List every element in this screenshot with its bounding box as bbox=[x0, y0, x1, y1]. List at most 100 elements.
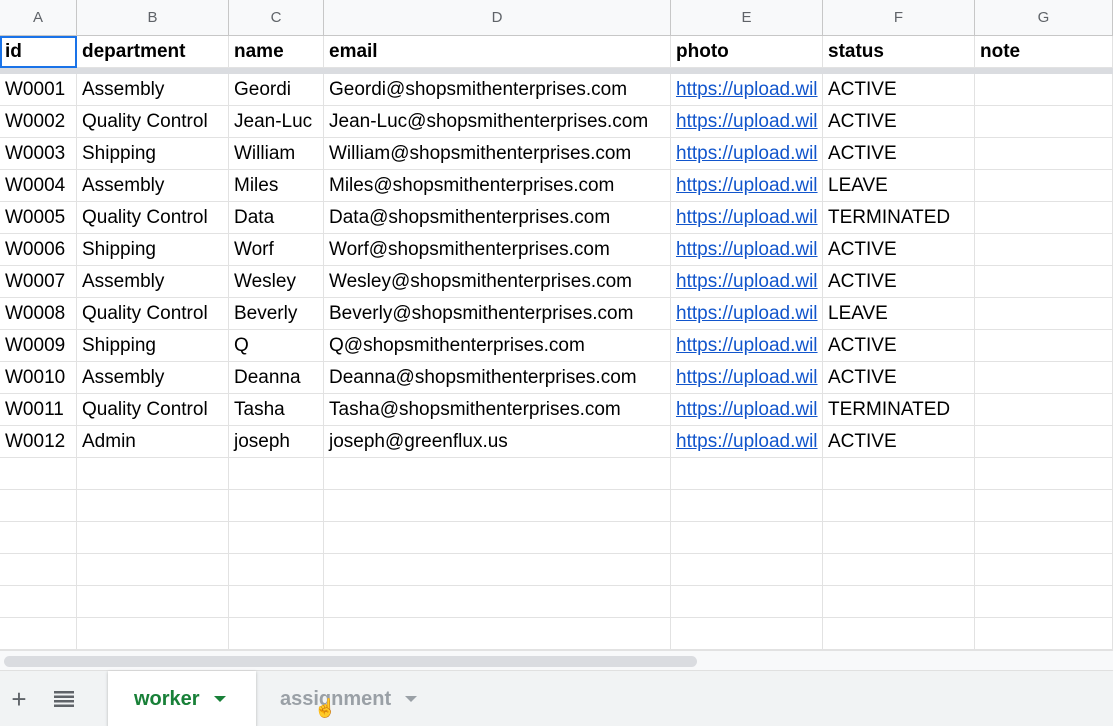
cell[interactable]: Jean-Luc bbox=[229, 106, 324, 138]
cell[interactable]: https://upload.wil bbox=[671, 170, 823, 202]
cell[interactable]: William bbox=[229, 138, 324, 170]
scrollbar-thumb[interactable] bbox=[4, 656, 697, 667]
tab-worker[interactable]: worker bbox=[108, 671, 256, 726]
cell[interactable]: Quality Control bbox=[77, 394, 229, 426]
cell[interactable] bbox=[823, 490, 975, 522]
cell[interactable]: Assembly bbox=[77, 362, 229, 394]
cell[interactable]: W0006 bbox=[0, 234, 77, 266]
cell[interactable]: note bbox=[975, 36, 1113, 68]
column-header-e[interactable]: E bbox=[671, 0, 823, 36]
cell[interactable]: https://upload.wil bbox=[671, 426, 823, 458]
cell[interactable]: Admin bbox=[77, 426, 229, 458]
cell[interactable]: department bbox=[77, 36, 229, 68]
photo-link[interactable]: https://upload.wil bbox=[676, 111, 818, 133]
cell[interactable]: Beverly bbox=[229, 298, 324, 330]
cell[interactable]: Quality Control bbox=[77, 106, 229, 138]
column-header-f[interactable]: F bbox=[823, 0, 975, 36]
cell[interactable] bbox=[77, 618, 229, 650]
cell[interactable] bbox=[229, 490, 324, 522]
cell[interactable] bbox=[0, 522, 77, 554]
cell[interactable]: W0011 bbox=[0, 394, 77, 426]
cell[interactable]: Shipping bbox=[77, 234, 229, 266]
cell[interactable]: Q@shopsmithenterprises.com bbox=[324, 330, 671, 362]
cell[interactable]: LEAVE bbox=[823, 298, 975, 330]
cell[interactable] bbox=[823, 458, 975, 490]
spreadsheet-grid[interactable]: ABCDEFG id department name email photo status… bbox=[0, 0, 1113, 650]
cell[interactable] bbox=[671, 586, 823, 618]
cell[interactable]: LEAVE bbox=[823, 170, 975, 202]
cell[interactable] bbox=[975, 330, 1113, 362]
cell[interactable]: ACTIVE bbox=[823, 138, 975, 170]
photo-link[interactable]: https://upload.wil bbox=[676, 431, 818, 453]
cell[interactable] bbox=[671, 522, 823, 554]
column-header-b[interactable]: B bbox=[77, 0, 229, 36]
cell[interactable]: ACTIVE bbox=[823, 234, 975, 266]
cell[interactable]: ACTIVE bbox=[823, 74, 975, 106]
cell[interactable] bbox=[671, 490, 823, 522]
photo-link[interactable]: https://upload.wil bbox=[676, 335, 818, 357]
cell[interactable] bbox=[975, 522, 1113, 554]
cell[interactable]: https://upload.wil bbox=[671, 138, 823, 170]
cell[interactable]: photo bbox=[671, 36, 823, 68]
cell[interactable] bbox=[77, 522, 229, 554]
column-header-g[interactable]: G bbox=[975, 0, 1113, 36]
cell[interactable]: ACTIVE bbox=[823, 330, 975, 362]
cell[interactable]: TERMINATED bbox=[823, 202, 975, 234]
cell[interactable]: Data bbox=[229, 202, 324, 234]
cell[interactable]: W0002 bbox=[0, 106, 77, 138]
chevron-down-icon[interactable] bbox=[405, 696, 418, 702]
cell[interactable] bbox=[229, 458, 324, 490]
cell[interactable] bbox=[0, 554, 77, 586]
cell[interactable]: Data@shopsmithenterprises.com bbox=[324, 202, 671, 234]
cell[interactable] bbox=[975, 554, 1113, 586]
cell[interactable] bbox=[229, 618, 324, 650]
photo-link[interactable]: https://upload.wil bbox=[676, 239, 818, 261]
cell[interactable] bbox=[77, 554, 229, 586]
cell[interactable] bbox=[975, 394, 1113, 426]
cell[interactable]: Worf@shopsmithenterprises.com bbox=[324, 234, 671, 266]
cell[interactable]: https://upload.wil bbox=[671, 362, 823, 394]
cell[interactable]: id bbox=[0, 36, 77, 68]
cell[interactable] bbox=[229, 554, 324, 586]
cell[interactable] bbox=[975, 298, 1113, 330]
cell[interactable]: email bbox=[324, 36, 671, 68]
cell[interactable] bbox=[671, 458, 823, 490]
cell[interactable]: name bbox=[229, 36, 324, 68]
cell[interactable]: W0005 bbox=[0, 202, 77, 234]
cell[interactable]: https://upload.wil bbox=[671, 234, 823, 266]
cell[interactable] bbox=[229, 586, 324, 618]
cell[interactable] bbox=[975, 618, 1113, 650]
cell[interactable]: https://upload.wil bbox=[671, 202, 823, 234]
cell[interactable]: Tasha bbox=[229, 394, 324, 426]
tab-assignment[interactable]: assignment bbox=[254, 671, 434, 726]
cell[interactable]: https://upload.wil bbox=[671, 266, 823, 298]
cell[interactable]: Wesley@shopsmithenterprises.com bbox=[324, 266, 671, 298]
cell[interactable]: ACTIVE bbox=[823, 426, 975, 458]
cell[interactable]: W0003 bbox=[0, 138, 77, 170]
cell[interactable]: Deanna@shopsmithenterprises.com bbox=[324, 362, 671, 394]
cell[interactable]: W0001 bbox=[0, 74, 77, 106]
cell[interactable] bbox=[975, 458, 1113, 490]
cell[interactable]: TERMINATED bbox=[823, 394, 975, 426]
cell[interactable] bbox=[823, 586, 975, 618]
cell[interactable] bbox=[324, 458, 671, 490]
cell[interactable]: joseph bbox=[229, 426, 324, 458]
cell[interactable]: Deanna bbox=[229, 362, 324, 394]
cell[interactable] bbox=[324, 490, 671, 522]
cell[interactable] bbox=[324, 586, 671, 618]
cell[interactable]: joseph@greenflux.us bbox=[324, 426, 671, 458]
photo-link[interactable]: https://upload.wil bbox=[676, 303, 818, 325]
cell[interactable]: https://upload.wil bbox=[671, 106, 823, 138]
cell[interactable] bbox=[975, 170, 1113, 202]
cell[interactable]: https://upload.wil bbox=[671, 330, 823, 362]
cell[interactable] bbox=[975, 106, 1113, 138]
cell[interactable] bbox=[975, 234, 1113, 266]
cell[interactable]: W0010 bbox=[0, 362, 77, 394]
cell[interactable] bbox=[975, 74, 1113, 106]
photo-link[interactable]: https://upload.wil bbox=[676, 367, 818, 389]
cell[interactable] bbox=[975, 586, 1113, 618]
cell[interactable]: Worf bbox=[229, 234, 324, 266]
cell[interactable] bbox=[975, 138, 1113, 170]
cell[interactable] bbox=[0, 458, 77, 490]
cell[interactable] bbox=[77, 458, 229, 490]
